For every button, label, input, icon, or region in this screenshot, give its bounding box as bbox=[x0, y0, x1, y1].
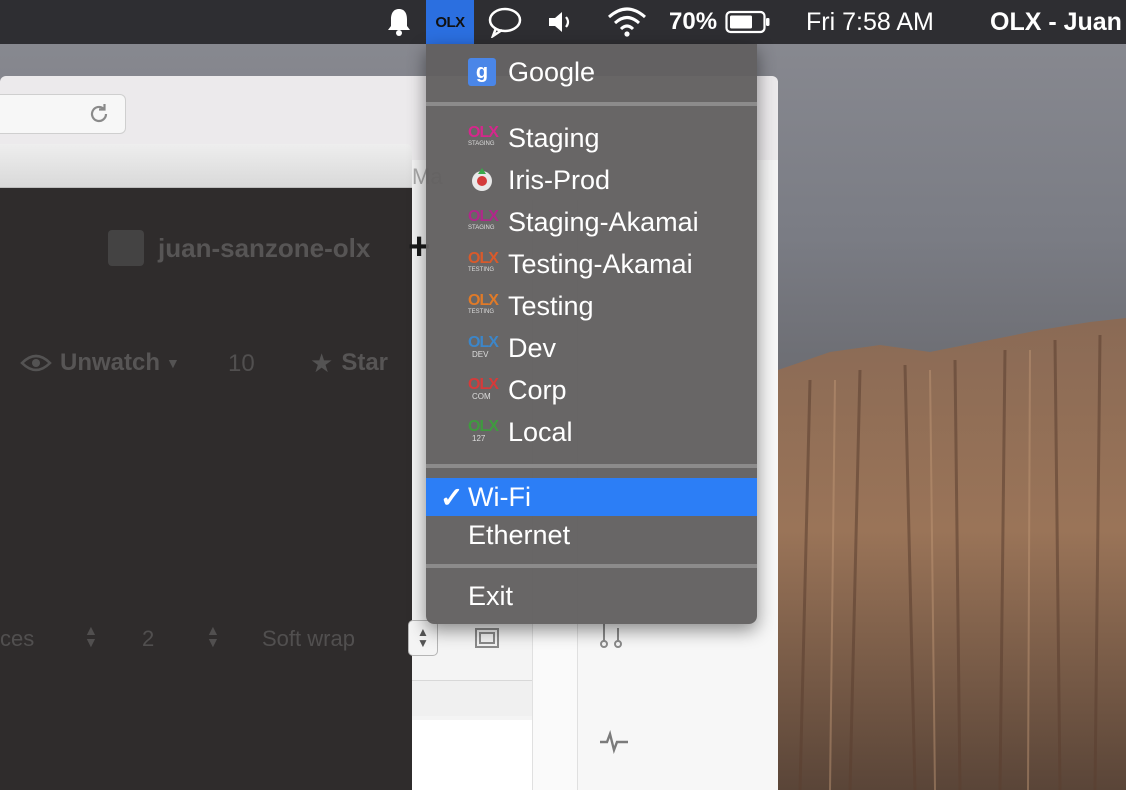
battery-percent: 70% bbox=[669, 8, 718, 35]
speaker-icon bbox=[549, 12, 570, 32]
olx-local-icon: OLX 127 bbox=[468, 418, 499, 443]
olx-testing-icon: OLX TESTING bbox=[468, 292, 499, 315]
olx-logo-icon: OLX bbox=[435, 13, 465, 31]
pulse-icon[interactable] bbox=[598, 730, 630, 754]
menu-item-dev[interactable]: OLX DEV Dev bbox=[426, 328, 757, 368]
menu-bar: OLX 70% Fri 7:58 AM OLX - Juan bbox=[0, 0, 1126, 44]
indent-type-label: ces bbox=[0, 626, 35, 651]
watch-count: 10 bbox=[228, 350, 255, 377]
chevron-down-icon: ▼ bbox=[166, 355, 180, 371]
star-button[interactable]: ★ Star bbox=[310, 345, 388, 381]
wifi-icon bbox=[608, 7, 646, 37]
menu-item-corp[interactable]: OLX COM Corp bbox=[426, 370, 757, 410]
reload-icon[interactable] bbox=[86, 101, 112, 127]
clock[interactable]: Fri 7:58 AM bbox=[806, 0, 934, 44]
star-label: Star bbox=[341, 349, 388, 376]
speech-bubble-icon bbox=[488, 7, 522, 38]
select-arrows-icon: ▲ ▼ bbox=[417, 625, 429, 650]
menu-item-iris-prod[interactable]: Iris-Prod bbox=[426, 160, 757, 200]
editor-footer bbox=[412, 720, 532, 790]
olx-staging-icon: OLX STAGING bbox=[468, 124, 499, 147]
notification-center-button[interactable] bbox=[384, 0, 414, 44]
eye-icon bbox=[20, 354, 52, 372]
app-title[interactable]: OLX - Juan bbox=[990, 0, 1122, 44]
menu-item-local[interactable]: OLX 127 Local bbox=[426, 412, 757, 452]
repo-header: juan-sanzone-olx + bbox=[108, 226, 430, 268]
menu-item-wifi[interactable]: ✓ Wi-Fi bbox=[426, 478, 757, 516]
indent-type-stepper-icon[interactable]: ▲ ▼ bbox=[84, 623, 98, 649]
browser-address-bar[interactable] bbox=[0, 94, 126, 134]
star-icon: ★ bbox=[310, 347, 334, 378]
bell-icon bbox=[388, 9, 410, 36]
menu-item-staging[interactable]: OLX STAGING Staging bbox=[426, 118, 757, 158]
menu-separator bbox=[426, 464, 757, 468]
olx-dev-icon: OLX DEV bbox=[468, 334, 499, 359]
repo-name: juan-sanzone-olx bbox=[158, 232, 371, 263]
soft-wrap-label: Soft wrap bbox=[262, 626, 355, 651]
menu-separator bbox=[426, 102, 757, 106]
olx-staging-akamai-icon: OLX STAGING bbox=[468, 208, 499, 231]
menu-item-testing-akamai[interactable]: OLX TESTING Testing-Akamai bbox=[426, 244, 757, 284]
wifi-button[interactable] bbox=[606, 0, 648, 44]
fullscreen-icon[interactable] bbox=[472, 625, 502, 651]
menu-item-testing[interactable]: OLX TESTING Testing bbox=[426, 286, 757, 326]
indent-size-value: 2 bbox=[142, 626, 155, 651]
olx-environment-menu: g Google OLX STAGING Staging Iris-Prod O… bbox=[426, 44, 757, 624]
unwatch-button[interactable]: Unwatch ▼ bbox=[20, 345, 180, 381]
olx-testing-akamai-icon: OLX TESTING bbox=[468, 250, 499, 273]
volume-button[interactable] bbox=[546, 0, 576, 44]
messages-button[interactable] bbox=[487, 0, 523, 44]
checkmark-icon: ✓ bbox=[440, 481, 464, 513]
google-icon: g bbox=[468, 58, 496, 86]
battery-button[interactable]: 70% bbox=[669, 0, 771, 44]
soft-wrap-select[interactable]: ▲ ▼ bbox=[408, 620, 438, 656]
unwatch-label: Unwatch bbox=[60, 349, 161, 376]
repo-icon bbox=[108, 230, 144, 266]
olx-corp-icon: OLX COM bbox=[468, 376, 499, 401]
editor-bottom-bar bbox=[412, 680, 532, 716]
editor-tab-strip bbox=[0, 144, 412, 188]
menu-item-ethernet[interactable]: Ethernet bbox=[426, 516, 757, 554]
iris-prod-icon bbox=[468, 166, 498, 194]
menu-item-google[interactable]: g Google bbox=[426, 52, 757, 92]
menu-item-exit[interactable]: Exit bbox=[426, 576, 757, 616]
indent-size-stepper-icon[interactable]: ▲ ▼ bbox=[206, 623, 220, 649]
dark-overlay-panel bbox=[0, 188, 412, 790]
menu-separator bbox=[426, 564, 757, 568]
olx-menu-extra[interactable]: OLX bbox=[426, 0, 474, 44]
battery-icon bbox=[725, 10, 770, 34]
pull-request-icon[interactable] bbox=[596, 620, 626, 650]
menu-item-staging-akamai[interactable]: OLX STAGING Staging-Akamai bbox=[426, 202, 757, 242]
